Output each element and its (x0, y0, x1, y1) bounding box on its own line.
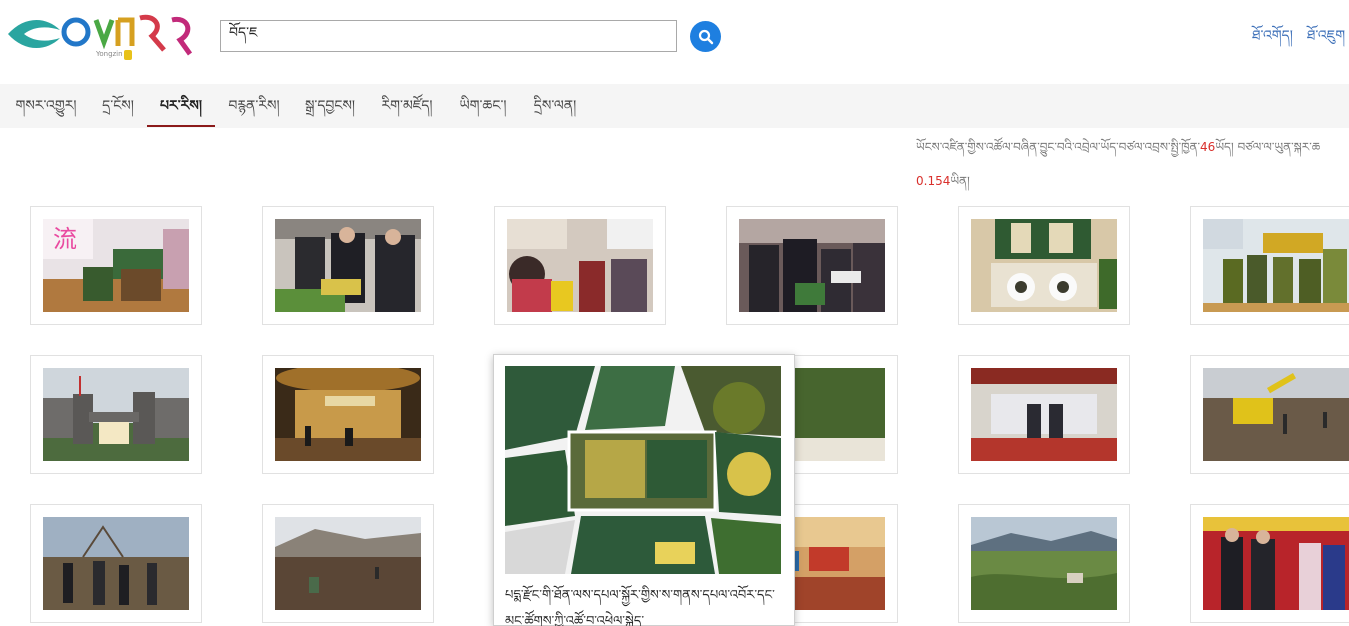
preview-caption: པདྨ་རྫོང་གི་ཐོན་ལས་དཔལ་སྐྱོར་གྱིས་ས་གནས་… (505, 588, 775, 626)
image-result[interactable] (726, 206, 898, 325)
search-icon (698, 29, 713, 44)
image-result[interactable] (1190, 355, 1349, 474)
thumbnail (1203, 517, 1349, 610)
search-input[interactable] (220, 20, 677, 52)
image-result[interactable] (1190, 206, 1349, 325)
image-result[interactable] (958, 206, 1130, 325)
image-result[interactable] (958, 355, 1130, 474)
image-preview-popup[interactable]: པདྨ་རྫོང་གི་ཐོན་ལས་དཔལ་སྐྱོར་གྱིས་ས་གནས་… (493, 354, 795, 626)
stats-mid: ཡོད། བཙལ་ལ་ཡུན་སྐར་ཆ (1215, 140, 1321, 154)
image-result[interactable] (30, 504, 202, 623)
thumbnail (43, 368, 189, 461)
image-result[interactable] (262, 206, 434, 325)
image-result[interactable]: 流 (30, 206, 202, 325)
category-nav: གསར་འགྱུར། དྲ་ངོས། པར་རིས། བརྙན་རིས། སྒྲ… (0, 84, 1349, 128)
tab-audio[interactable]: སྒྲ་དབྱངས། (294, 84, 366, 127)
image-result[interactable] (262, 504, 434, 623)
thumbnail (1203, 368, 1349, 461)
tab-web[interactable]: དྲ་ངོས། (90, 84, 146, 127)
header: Yongzin ཐོ་འགོད། ཐོ་འཇུག (0, 0, 1349, 84)
thumbnail (739, 219, 885, 312)
image-result[interactable] (30, 355, 202, 474)
thumbnail (275, 368, 421, 461)
tab-qa[interactable]: དྲིས་ལན། (524, 84, 586, 127)
thumbnail (275, 517, 421, 610)
svg-text:Yongzin: Yongzin (95, 50, 123, 58)
tab-videos[interactable]: བརྙན་རིས། (218, 84, 290, 127)
image-result[interactable] (494, 206, 666, 325)
search-button[interactable] (690, 21, 721, 52)
tab-news[interactable]: གསར་འགྱུར། (4, 84, 88, 127)
result-stats: ཡོངས་འཛིན་གྱིས་འཚོལ་བཞིན་བྱུང་བའི་འབྲེལ་… (916, 130, 1336, 198)
thumbnail (971, 517, 1117, 610)
stats-suffix: ཡིན། (950, 174, 970, 188)
image-result[interactable] (262, 355, 434, 474)
tab-encyclopedia[interactable]: རིག་མཛོད། (372, 84, 442, 127)
login-link[interactable]: ཐོ་འགོད། (1252, 19, 1293, 59)
thumbnail (971, 368, 1117, 461)
search-time: 0.154 (916, 174, 951, 188)
preview-image (505, 366, 781, 574)
thumbnail: 流 (43, 219, 189, 312)
image-result[interactable] (958, 504, 1130, 623)
thumbnail (43, 517, 189, 610)
result-count: 46 (1200, 140, 1216, 154)
site-logo[interactable]: Yongzin (4, 6, 200, 62)
thumbnail (971, 219, 1117, 312)
top-links: ཐོ་འགོད། ཐོ་འཇུག (1252, 19, 1345, 59)
image-result[interactable] (1190, 504, 1349, 623)
tab-documents[interactable]: ཡིག་ཆང་། (450, 84, 516, 127)
thumbnail (507, 219, 653, 312)
thumbnail (275, 219, 421, 312)
svg-text:流: 流 (53, 225, 77, 253)
register-link[interactable]: ཐོ་འཇུག (1307, 19, 1345, 59)
thumbnail (1203, 219, 1349, 312)
stats-prefix: ཡོངས་འཛིན་གྱིས་འཚོལ་བཞིན་བྱུང་བའི་འབྲེལ་… (916, 140, 1201, 154)
tab-images[interactable]: པར་རིས། (147, 84, 215, 127)
